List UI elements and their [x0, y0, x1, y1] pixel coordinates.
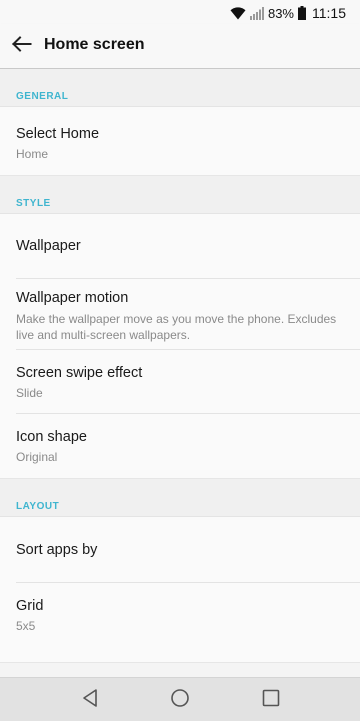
divider	[16, 582, 360, 583]
setting-subtitle: Original	[16, 450, 58, 464]
setting-title: Grid	[16, 598, 44, 614]
section-layout: Sort apps by Grid 5x5	[0, 517, 360, 663]
divider	[16, 413, 360, 414]
section-general: Select Home Home	[0, 107, 360, 176]
setting-subtitle: Home	[16, 147, 49, 161]
divider	[16, 278, 360, 279]
setting-sort-apps-by[interactable]: Sort apps by	[0, 517, 360, 582]
setting-select-home[interactable]: Select Home Home	[0, 107, 360, 175]
setting-title: Sort apps by	[16, 542, 98, 558]
setting-title: Icon shape	[16, 429, 87, 445]
battery-icon	[298, 6, 306, 20]
system-nav-bar	[0, 677, 360, 721]
setting-icon-shape[interactable]: Icon shape Original	[0, 413, 360, 478]
page-title: Home screen	[44, 36, 145, 53]
setting-wallpaper-motion[interactable]: Wallpaper motion Make the wallpaper move…	[0, 278, 360, 349]
section-style: Wallpaper Wallpaper motion Make the wall…	[0, 214, 360, 479]
status-icons: 83% 11:15	[230, 4, 346, 22]
setting-title: Screen swipe effect	[16, 365, 143, 381]
back-triangle-icon	[81, 688, 99, 713]
setting-wallpaper[interactable]: Wallpaper	[0, 214, 360, 278]
setting-subtitle: 5x5	[16, 619, 36, 633]
settings-list: GENERAL Select Home Home STYLE Wallpaper…	[0, 69, 360, 677]
setting-subtitle: Slide	[16, 386, 43, 400]
setting-screen-swipe-effect[interactable]: Screen swipe effect Slide	[0, 349, 360, 413]
app-toolbar: Home screen	[0, 24, 360, 69]
status-bar: 83% 11:15	[0, 0, 360, 24]
home-circle-icon	[170, 688, 190, 713]
wifi-icon	[230, 6, 246, 20]
nav-home-button[interactable]	[168, 688, 192, 712]
back-arrow-icon	[12, 35, 32, 57]
status-time: 11:15	[312, 5, 346, 21]
section-header-style: STYLE	[0, 176, 360, 214]
setting-title: Select Home	[16, 126, 100, 142]
nav-recents-button[interactable]	[259, 688, 283, 712]
nav-back-button[interactable]	[78, 688, 102, 712]
setting-grid[interactable]: Grid 5x5	[0, 582, 360, 662]
signal-icon	[249, 6, 264, 20]
setting-subtitle: Make the wallpaper move as you move the …	[16, 312, 337, 342]
section-header-general: GENERAL	[0, 69, 360, 107]
recents-square-icon	[262, 689, 280, 712]
battery-percent: 83%	[267, 5, 294, 21]
setting-title: Wallpaper	[16, 238, 81, 254]
setting-title: Wallpaper motion	[16, 290, 129, 306]
divider	[16, 349, 360, 350]
section-header-layout: LAYOUT	[0, 479, 360, 517]
back-button[interactable]	[10, 34, 34, 58]
